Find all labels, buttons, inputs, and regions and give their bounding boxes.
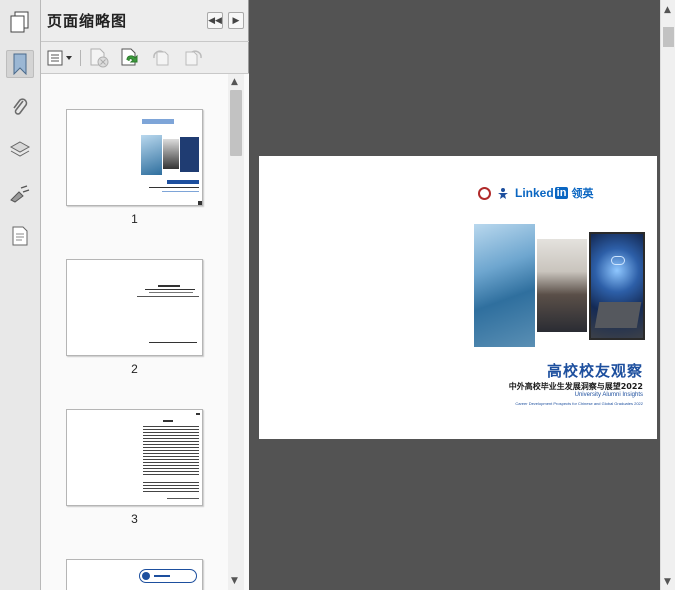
page-thumbnail[interactable] bbox=[66, 109, 203, 206]
page-thumbnail[interactable] bbox=[66, 409, 203, 506]
cover-english-title: University Alumni Insights bbox=[574, 392, 643, 398]
thumbnail-options-icon bbox=[47, 50, 72, 66]
university-seal-icon bbox=[478, 186, 491, 200]
mini-text-block bbox=[143, 482, 199, 494]
delete-pages-button[interactable] bbox=[88, 48, 110, 68]
figure-logo-icon bbox=[498, 187, 508, 199]
thumbnail-toolbar bbox=[41, 43, 249, 73]
page-thumbnail[interactable] bbox=[66, 559, 203, 590]
mini-image bbox=[180, 137, 199, 172]
page-thumbnails-tab-icon[interactable] bbox=[6, 8, 34, 36]
panel-header: 页面缩略图 ◀◀ ▶ bbox=[41, 0, 249, 42]
chevron-right-icon: ▶ bbox=[232, 15, 240, 26]
document-view[interactable]: Linked in 领英 高校校友观察 中外高校毕业生发展洞察与展望2022 U… bbox=[250, 0, 660, 590]
student-laptop-photo bbox=[537, 239, 587, 332]
mini-heading-pill bbox=[139, 569, 197, 583]
mini-text-block bbox=[143, 426, 199, 476]
scroll-down-arrow-icon[interactable]: ▼ bbox=[231, 576, 238, 586]
thumbnail-page-number: 2 bbox=[131, 362, 138, 376]
logo-row: Linked in 领英 bbox=[478, 185, 593, 201]
scroll-up-arrow-icon[interactable]: ▲ bbox=[231, 77, 238, 87]
rotate-left-button[interactable] bbox=[151, 48, 173, 68]
mini-title bbox=[167, 180, 199, 184]
scroll-up-arrow-icon[interactable]: ▲ bbox=[664, 5, 671, 15]
insert-pages-icon bbox=[121, 48, 138, 66]
page-thumbnails-panel: 页面缩略图 ◀◀ ▶ 1 2 3 ▲ ▼ bbox=[41, 0, 249, 590]
mini-image bbox=[141, 135, 162, 175]
thumbnail-scrollbar[interactable]: ▲ ▼ bbox=[228, 74, 244, 590]
collapse-panel-button[interactable]: ◀◀ bbox=[207, 12, 223, 29]
scroll-down-arrow-icon[interactable]: ▼ bbox=[664, 577, 671, 587]
scrollbar-thumb[interactable] bbox=[663, 27, 674, 47]
thumbnail-page-number: 3 bbox=[131, 512, 138, 526]
thumbnail-page-number: 1 bbox=[131, 212, 138, 226]
page-icon[interactable] bbox=[6, 222, 34, 250]
mini-logo bbox=[142, 119, 174, 124]
mini-image bbox=[163, 139, 179, 169]
panel-title: 页面缩略图 bbox=[47, 12, 128, 30]
toolbar-separator bbox=[80, 50, 81, 66]
insert-pages-button[interactable] bbox=[119, 48, 141, 68]
linkedin-cn-name: 领英 bbox=[571, 188, 594, 200]
thumbnail-options-button[interactable] bbox=[47, 48, 73, 68]
document-scrollbar[interactable]: ▲ ▼ bbox=[660, 0, 675, 590]
scrollbar-thumb[interactable] bbox=[230, 90, 242, 156]
rotate-right-icon bbox=[185, 50, 202, 66]
delete-pages-icon bbox=[90, 48, 109, 68]
signature-icon[interactable] bbox=[6, 180, 34, 208]
page-thumbnail[interactable] bbox=[66, 259, 203, 356]
linkedin-wordmark: Linked bbox=[515, 186, 554, 200]
bookmarks-icon[interactable] bbox=[6, 50, 34, 78]
cloud-technology-photo bbox=[589, 232, 645, 340]
thumbnail-list[interactable]: 1 2 3 ▲ ▼ bbox=[41, 73, 249, 590]
cover-subtitle: 中外高校毕业生发展洞察与展望2022 bbox=[508, 382, 643, 391]
linkedin-logo: Linked in 领英 bbox=[515, 185, 593, 201]
rotate-left-icon bbox=[153, 50, 169, 66]
skyscraper-photo bbox=[474, 224, 535, 347]
navigation-rail bbox=[0, 0, 41, 590]
cover-english-subtitle: Career Development Prospects for Chinese… bbox=[515, 401, 643, 406]
rotate-right-button[interactable] bbox=[182, 48, 204, 68]
mini-corner-mark bbox=[198, 201, 202, 205]
paperclip-icon[interactable] bbox=[6, 94, 34, 122]
document-page-cover: Linked in 领英 高校校友观察 中外高校毕业生发展洞察与展望2022 U… bbox=[259, 156, 657, 439]
panel-next-button[interactable]: ▶ bbox=[228, 12, 244, 29]
cover-title: 高校校友观察 bbox=[546, 362, 643, 380]
linkedin-in-box: in bbox=[554, 187, 569, 199]
double-chevron-left-icon: ◀◀ bbox=[208, 15, 222, 26]
layers-icon[interactable] bbox=[6, 136, 34, 164]
